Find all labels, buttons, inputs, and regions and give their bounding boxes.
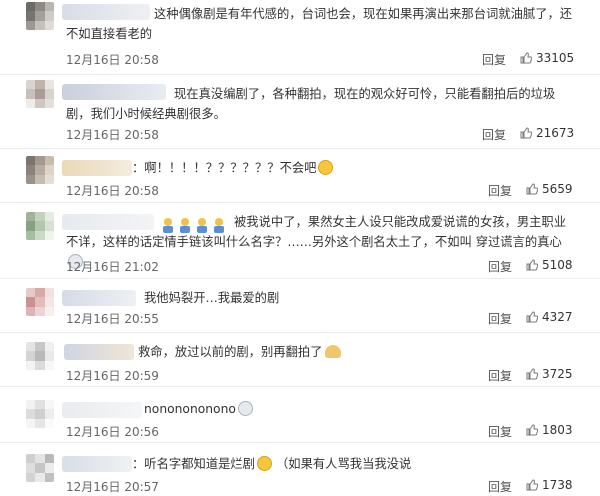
like-count: 5108 <box>542 258 573 272</box>
reply-button[interactable]: 回复 <box>488 367 512 384</box>
comment-time: 12月16日 20:55 <box>66 312 159 326</box>
comment-text-content: 救命，放过以前的剧，别再翻拍了 <box>138 345 323 359</box>
avatar[interactable] <box>26 2 54 30</box>
reply-button[interactable]: 回复 <box>488 310 512 327</box>
comment-text: 现在真没编剧了，各种翻拍，现在的观众好可怜，只能看翻拍后的垃圾剧，我们小时候经典… <box>66 87 556 121</box>
face-emoji-icon <box>318 160 334 175</box>
reply-button[interactable]: 回复 <box>488 423 512 440</box>
username-blurred[interactable] <box>62 290 136 306</box>
comment-text: nononononono <box>144 399 544 419</box>
like-button[interactable]: 21673 <box>520 126 574 140</box>
avatar[interactable] <box>26 80 54 108</box>
like-button[interactable]: 1803 <box>526 423 573 437</box>
comment-text: ：啊！！！！？？？？？？不会吧 <box>132 158 572 178</box>
thumbs-up-icon <box>526 479 538 491</box>
comment-item: nononononono 12月16日 20:56 回复 1803 <box>0 386 600 440</box>
face-emoji-icon <box>256 456 272 471</box>
like-count: 1803 <box>542 423 573 437</box>
comment-item: ：啊！！！！？？？？？？不会吧 12月16日 20:58 回复 5659 <box>0 148 600 202</box>
comment-time: 12月16日 20:58 <box>66 184 159 198</box>
reply-button[interactable]: 回复 <box>488 182 512 199</box>
comment-text-content: ：听名字都知道是烂剧 <box>132 457 255 471</box>
comment-time: 12月16日 20:56 <box>66 425 159 439</box>
comment-item: 被我说中了，果然女主人设只能改成爱说谎的女孩，男主职业不详，这样的话定情手链该叫… <box>0 202 600 278</box>
thumbs-up-icon <box>526 424 538 436</box>
thumbs-up-icon <box>526 368 538 380</box>
comment-time: 12月16日 20:57 <box>66 480 159 494</box>
like-count: 3725 <box>542 367 573 381</box>
comment-text: 这种偶像剧是有年代感的，台词也会，现在如果再演出来那台词就油腻了，还不如直接看老… <box>66 7 573 41</box>
like-count: 33105 <box>536 51 575 65</box>
like-button[interactable]: 3725 <box>526 367 573 381</box>
comment-item: 现在真没编剧了，各种翻拍，现在的观众好可怜，只能看翻拍后的垃圾剧，我们小时候经典… <box>0 74 600 148</box>
like-count: 4327 <box>542 310 573 324</box>
reply-button[interactable]: 回复 <box>482 51 506 68</box>
avatar[interactable] <box>26 342 54 370</box>
reply-button[interactable]: 回复 <box>488 258 512 275</box>
comment-text-extra: （如果有人骂我当我没说 <box>275 457 412 471</box>
like-button[interactable]: 5659 <box>526 182 573 196</box>
like-button[interactable]: 33105 <box>520 51 574 65</box>
thumbs-up-icon <box>526 311 538 323</box>
comment-time: 12月16日 20:59 <box>66 369 159 383</box>
like-button[interactable]: 4327 <box>526 310 573 324</box>
thumbs-up-icon <box>520 52 532 64</box>
like-count: 21673 <box>536 126 575 140</box>
thumbs-up-icon <box>520 127 532 139</box>
reply-button[interactable]: 回复 <box>488 478 512 495</box>
like-button[interactable]: 5108 <box>526 258 573 272</box>
comment-item: 救命，放过以前的剧，别再翻拍了 12月16日 20:59 回复 3725 <box>0 332 600 384</box>
like-button[interactable]: 1738 <box>526 478 573 492</box>
avatar[interactable] <box>26 156 54 184</box>
username-blurred[interactable] <box>64 344 134 360</box>
like-count: 1738 <box>542 478 573 492</box>
avatar[interactable] <box>26 454 54 482</box>
avatar[interactable] <box>26 288 54 316</box>
comment-text: ：听名字都知道是烂剧 （如果有人骂我当我没说 <box>132 454 572 474</box>
username-blurred[interactable] <box>62 160 132 176</box>
avatar[interactable] <box>26 212 54 240</box>
comment-item: ：听名字都知道是烂剧 （如果有人骂我当我没说 12月16日 20:57 回复 17… <box>0 442 600 496</box>
comment-text: 我他妈裂开…我最爱的剧 <box>144 291 280 305</box>
reply-button[interactable]: 回复 <box>482 126 506 143</box>
comment-text: 救命，放过以前的剧，别再翻拍了 <box>138 342 558 362</box>
comment-time: 12月16日 20:58 <box>66 53 159 67</box>
username-blurred[interactable] <box>62 402 142 418</box>
comment-item: 我他妈裂开…我最爱的剧 12月16日 20:55 回复 4327 <box>0 278 600 332</box>
comment-text-content: nononononono <box>144 402 236 416</box>
comment-text-content: 被我说中了，果然女主人设只能改成爱说谎的女孩，男主职业不详，这样的话定情手链该叫… <box>66 215 567 249</box>
face-emoji-icon <box>237 401 253 416</box>
comment-item: 这种偶像剧是有年代感的，台词也会，现在如果再演出来那台词就油腻了，还不如直接看老… <box>0 0 600 74</box>
username-blurred[interactable] <box>62 456 132 472</box>
thumbs-up-icon <box>526 259 538 271</box>
like-count: 5659 <box>542 182 573 196</box>
comment-text-content: ：啊！！！！？？？？？？不会吧 <box>132 161 317 175</box>
folded-hands-emoji-icon <box>325 345 342 358</box>
comment-time: 12月16日 21:02 <box>66 260 159 274</box>
avatar[interactable] <box>26 400 54 428</box>
thumbs-up-icon <box>526 183 538 195</box>
comment-time: 12月16日 20:58 <box>66 128 159 142</box>
